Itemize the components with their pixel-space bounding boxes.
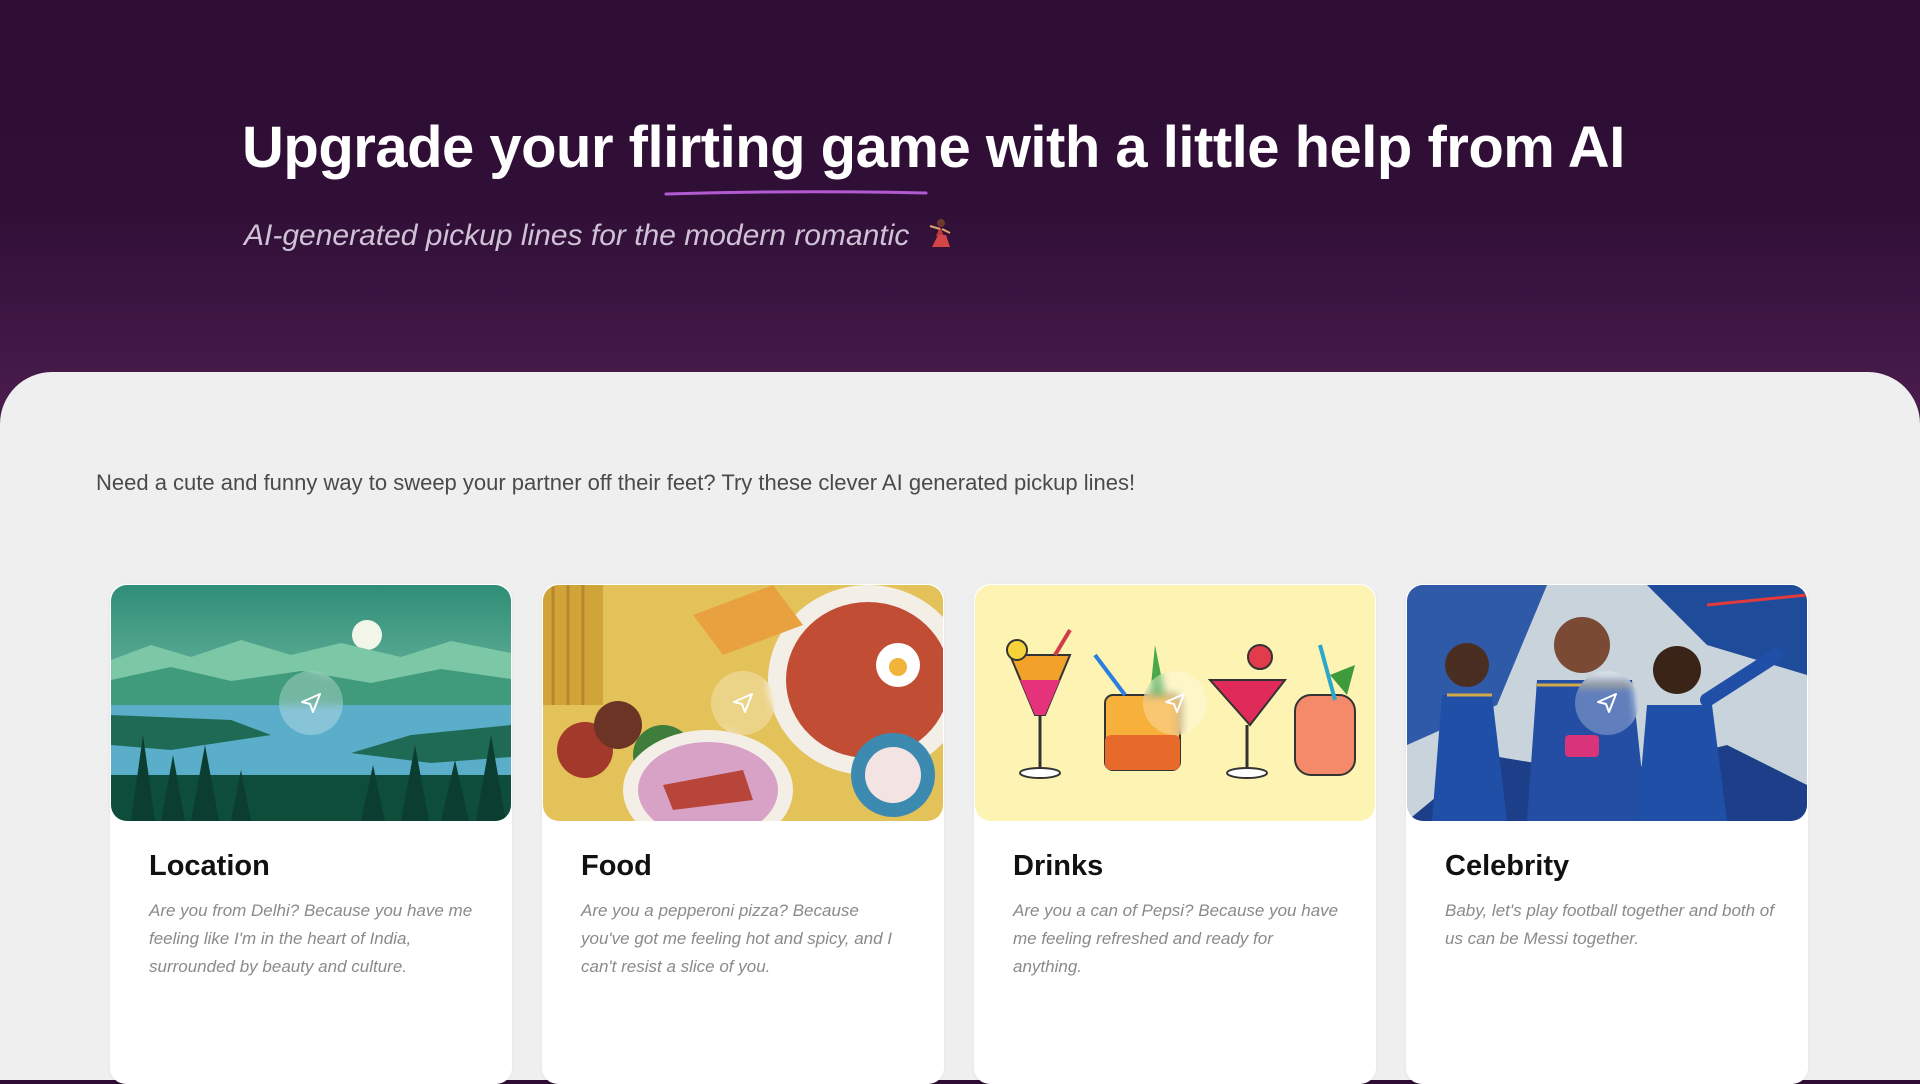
card-image-landscape	[111, 585, 511, 821]
dancer-icon	[926, 218, 952, 256]
page-subtitle: AI-generated pickup lines for the modern…	[244, 218, 952, 256]
send-icon	[1165, 693, 1185, 713]
card-celebrity[interactable]: Celebrity Baby, let's play football toge…	[1406, 584, 1808, 1084]
send-button[interactable]	[1143, 671, 1207, 735]
card-text: Are you a pepperoni pizza? Because you'v…	[581, 901, 893, 976]
card-text: Are you from Delhi? Because you have me …	[149, 901, 473, 976]
page-title: Upgrade your flirting game with a little…	[242, 115, 1625, 180]
card-image-players	[1407, 585, 1807, 821]
card-location[interactable]: Location Are you from Delhi? Because you…	[110, 584, 512, 1084]
subtitle-text: AI-generated pickup lines for the modern…	[244, 218, 910, 252]
send-icon	[1597, 693, 1617, 713]
card-title: Location	[149, 850, 270, 882]
card-food[interactable]: Food Are you a pepperoni pizza? Because …	[542, 584, 944, 1084]
card-title: Celebrity	[1445, 850, 1570, 882]
send-button[interactable]	[1575, 671, 1639, 735]
card-image-cocktails	[975, 585, 1375, 821]
card-text: Baby, let's play football together and b…	[1445, 901, 1774, 948]
intro-text: Need a cute and funny way to sweep your …	[96, 470, 1136, 495]
send-icon	[301, 693, 321, 713]
card-image-food	[543, 585, 943, 821]
title-underline	[664, 190, 928, 196]
hero-section: Upgrade your flirting game with a little…	[0, 0, 1920, 420]
send-button[interactable]	[279, 671, 343, 735]
send-icon	[733, 693, 753, 713]
card-text: Are you a can of Pepsi? Because you have…	[1013, 901, 1339, 976]
send-button[interactable]	[711, 671, 775, 735]
card-drinks[interactable]: Drinks Are you a can of Pepsi? Because y…	[974, 584, 1376, 1084]
card-title: Food	[581, 850, 652, 882]
card-title: Drinks	[1013, 850, 1104, 882]
